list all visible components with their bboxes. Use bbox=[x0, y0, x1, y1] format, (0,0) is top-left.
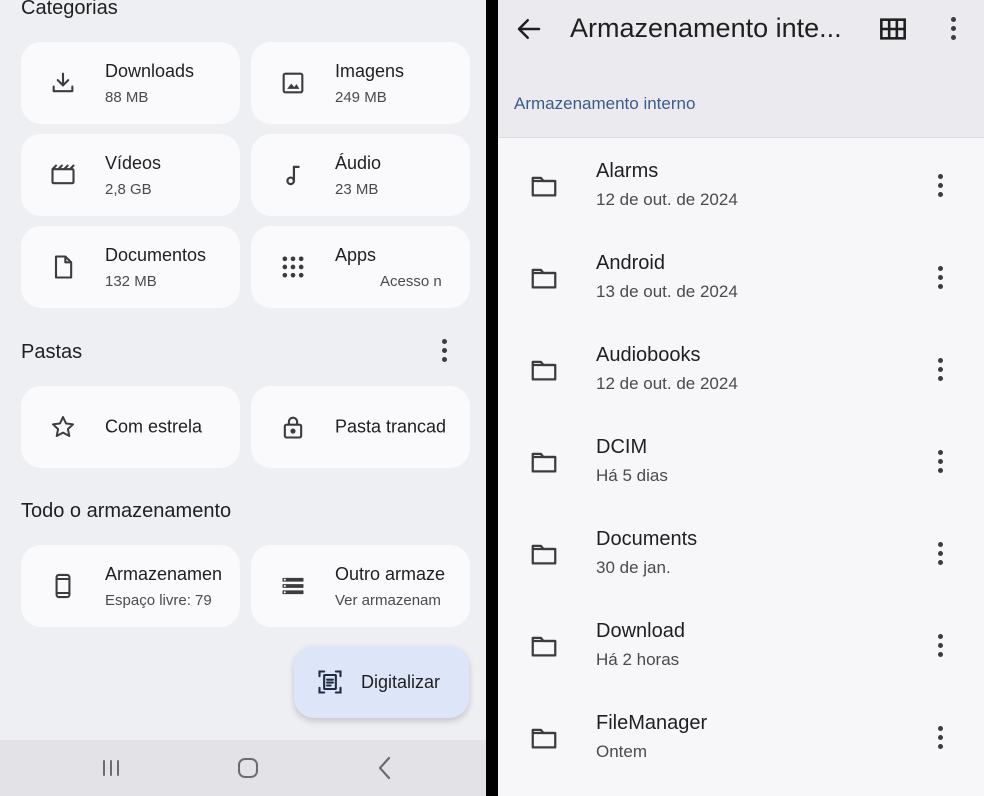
category-downloads-card[interactable]: Downloads 88 MB bbox=[21, 42, 240, 124]
folders-more-icon[interactable] bbox=[432, 336, 456, 364]
category-documents-card[interactable]: Documentos 132 MB bbox=[21, 226, 240, 308]
category-title: Documentos bbox=[105, 245, 207, 265]
folder-date: 12 de out. de 2024 bbox=[596, 190, 738, 209]
video-icon bbox=[49, 161, 77, 189]
storage-subtitle: Espaço livre: 79 bbox=[105, 592, 212, 609]
folder-icon bbox=[529, 723, 559, 753]
category-audio-card[interactable]: Áudio 23 MB bbox=[251, 134, 470, 216]
document-icon bbox=[49, 253, 77, 281]
lock-icon bbox=[279, 413, 307, 441]
folder-name: Documents bbox=[596, 528, 698, 550]
category-title: Downloads bbox=[105, 61, 195, 81]
grid-view-icon[interactable] bbox=[879, 15, 907, 43]
folder-icon bbox=[529, 171, 559, 201]
folder-date: 12 de out. de 2024 bbox=[596, 374, 738, 393]
phone-icon bbox=[49, 572, 77, 600]
home-icon[interactable] bbox=[234, 754, 262, 782]
list-item[interactable]: Audiobooks 12 de out. de 2024 bbox=[498, 323, 984, 415]
folder-locked-card[interactable]: Pasta trancad bbox=[251, 386, 470, 468]
list-item[interactable]: Download Há 2 horas bbox=[498, 599, 984, 691]
item-more-icon[interactable] bbox=[928, 631, 952, 659]
folder-name: DCIM bbox=[596, 436, 648, 458]
breadcrumb[interactable]: Armazenamento interno bbox=[514, 94, 695, 114]
files-home-panel: Categorias Downloads 88 MB Imagens 249 M… bbox=[0, 0, 486, 796]
internal-storage-panel: Armazenamento inte... Armazenamento inte… bbox=[498, 0, 984, 796]
all-storage-title: Todo o armazenamento bbox=[21, 500, 232, 522]
download-icon bbox=[49, 69, 77, 97]
internal-storage-card[interactable]: Armazenamen Espaço livre: 79 bbox=[21, 545, 240, 627]
folder-name: FileManager bbox=[596, 712, 708, 734]
item-more-icon[interactable] bbox=[928, 723, 952, 751]
item-more-icon[interactable] bbox=[928, 355, 952, 383]
folder-starred-card[interactable]: Com estrela bbox=[21, 386, 240, 468]
item-more-icon[interactable] bbox=[928, 447, 952, 475]
folders-title: Pastas bbox=[21, 341, 83, 363]
folder-name: Android bbox=[596, 252, 665, 274]
folder-icon bbox=[529, 447, 559, 477]
category-subtitle: Acesso n bbox=[380, 273, 442, 290]
item-more-icon[interactable] bbox=[928, 263, 952, 291]
category-apps-card[interactable]: Apps Acesso n bbox=[251, 226, 470, 308]
more-options-icon[interactable] bbox=[941, 14, 965, 42]
folder-date: Há 2 horas bbox=[596, 650, 680, 669]
item-more-icon[interactable] bbox=[928, 539, 952, 567]
folder-icon bbox=[529, 631, 559, 661]
storage-title: Armazenamen bbox=[105, 564, 222, 584]
music-note-icon bbox=[279, 161, 307, 189]
list-item[interactable]: DCIM Há 5 dias bbox=[498, 415, 984, 507]
back-arrow-icon[interactable] bbox=[514, 14, 544, 44]
category-images-card[interactable]: Imagens 249 MB bbox=[251, 42, 470, 124]
category-videos-card[interactable]: Vídeos 2,8 GB bbox=[21, 134, 240, 216]
folder-name: Download bbox=[596, 620, 685, 642]
system-navigation-bar bbox=[0, 740, 486, 796]
storage-subtitle: Ver armazenam bbox=[335, 592, 441, 609]
category-title: Apps bbox=[335, 245, 377, 265]
panel-divider bbox=[486, 0, 498, 796]
folder-icon bbox=[529, 355, 559, 385]
storage-list-icon bbox=[279, 572, 307, 600]
scan-button-label: Digitalizar bbox=[361, 672, 441, 692]
top-app-bar: Armazenamento inte... Armazenamento inte… bbox=[498, 0, 984, 138]
category-title: Imagens bbox=[335, 61, 405, 81]
list-item[interactable]: Documents 30 de jan. bbox=[498, 507, 984, 599]
folder-title: Pasta trancad bbox=[335, 416, 447, 437]
item-more-icon[interactable] bbox=[928, 171, 952, 199]
folder-title: Com estrela bbox=[105, 416, 203, 437]
image-icon bbox=[279, 69, 307, 97]
category-size: 132 MB bbox=[105, 273, 157, 290]
back-nav-icon[interactable] bbox=[371, 754, 399, 782]
categories-title: Categorias bbox=[21, 0, 118, 19]
category-title: Vídeos bbox=[105, 153, 162, 173]
other-storage-card[interactable]: Outro armaze Ver armazenam bbox=[251, 545, 470, 627]
folder-name: Audiobooks bbox=[596, 344, 701, 366]
folder-icon bbox=[529, 539, 559, 569]
star-icon bbox=[49, 413, 77, 441]
list-item[interactable]: Android 13 de out. de 2024 bbox=[498, 231, 984, 323]
folder-icon bbox=[529, 263, 559, 293]
folder-date: 30 de jan. bbox=[596, 558, 671, 577]
category-size: 23 MB bbox=[335, 181, 379, 198]
category-size: 249 MB bbox=[335, 89, 387, 106]
category-title: Áudio bbox=[335, 153, 382, 173]
list-item[interactable]: Alarms 12 de out. de 2024 bbox=[498, 139, 984, 231]
scan-button[interactable]: Digitalizar bbox=[294, 646, 469, 718]
folder-date: 13 de out. de 2024 bbox=[596, 282, 738, 301]
folder-name: Alarms bbox=[596, 160, 659, 182]
document-scanner-icon bbox=[316, 668, 344, 696]
storage-title: Outro armaze bbox=[335, 564, 446, 584]
recent-apps-icon[interactable] bbox=[97, 754, 125, 782]
folder-date: Ontem bbox=[596, 742, 648, 761]
folder-date: Há 5 dias bbox=[596, 466, 668, 485]
apps-grid-icon bbox=[279, 253, 307, 281]
category-size: 88 MB bbox=[105, 89, 149, 106]
page-title: Armazenamento inte... bbox=[570, 13, 842, 43]
category-size: 2,8 GB bbox=[105, 181, 152, 198]
list-item[interactable]: FileManager Ontem bbox=[498, 691, 984, 783]
